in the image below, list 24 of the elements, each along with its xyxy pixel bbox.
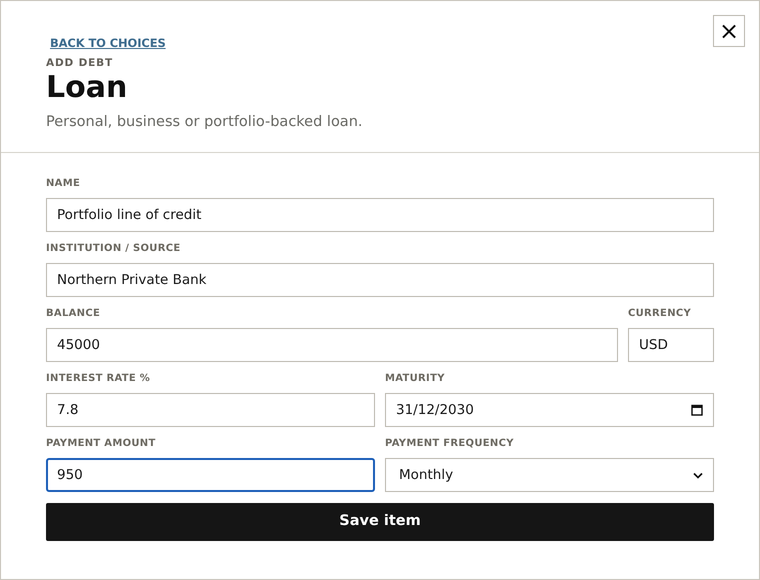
- input-field[interactable]: Portfolio line of credit: [46, 198, 714, 232]
- field-label: PAYMENT AMOUNT: [46, 437, 157, 452]
- field-label: INTEREST RATE %: [46, 372, 152, 386]
- field-label: NAME: [46, 177, 82, 192]
- field-label: INSTITUTION / SOURCE: [46, 242, 182, 256]
- dropdown[interactable]: Monthly: [385, 458, 714, 492]
- input-field[interactable]: Northern Private Bank: [46, 263, 714, 298]
- input-field[interactable]: 7.8: [46, 393, 375, 428]
- subtitle-text: Personal, business or portfolio-backed loan.: [46, 113, 364, 132]
- field-label: CURRENCY: [628, 307, 692, 322]
- eyebrow-text: ADD DEBT: [46, 56, 114, 70]
- dialog-title: Loan: [46, 70, 128, 106]
- field-label: MATURITY: [385, 372, 446, 386]
- field-label: BALANCE: [46, 307, 102, 322]
- date-field[interactable]: 31/12/2030: [385, 393, 714, 428]
- calendar-icon: [691, 404, 703, 416]
- save-button[interactable]: Save item: [46, 503, 714, 542]
- field-label: PAYMENT FREQUENCY: [385, 437, 515, 452]
- close-button[interactable]: ×: [713, 15, 745, 47]
- input-field[interactable]: 950: [46, 458, 375, 492]
- back-link[interactable]: BACK TO CHOICES: [50, 35, 166, 52]
- input-field[interactable]: 45000: [46, 328, 618, 362]
- input-field[interactable]: USD: [628, 328, 714, 362]
- chevron-down-icon: [693, 472, 703, 479]
